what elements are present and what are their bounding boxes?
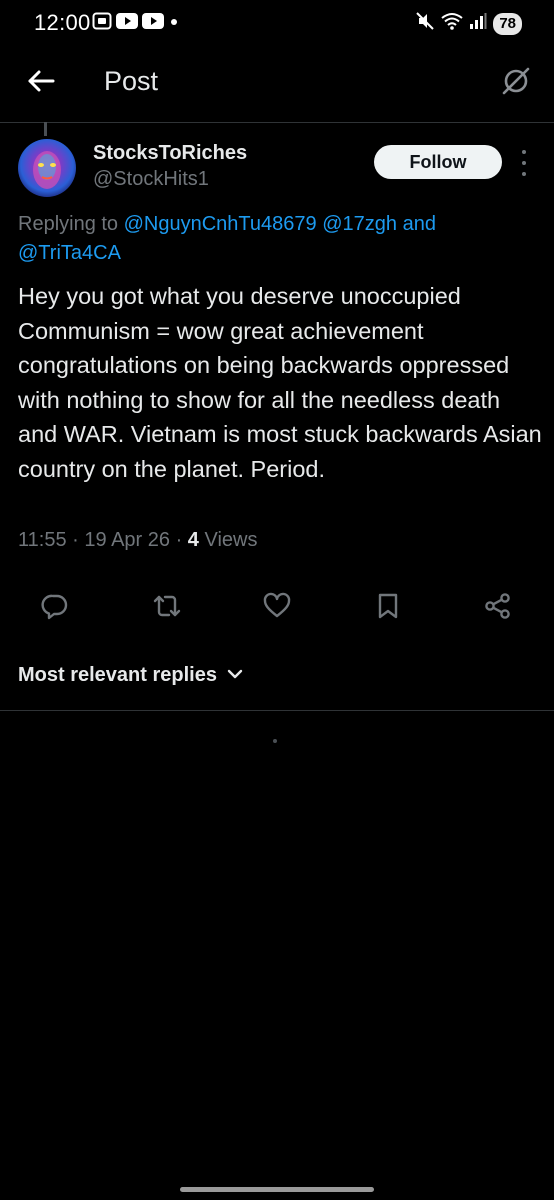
page-title: Post [104,66,159,96]
action-bar [0,588,554,628]
author-display-name[interactable]: StocksToRiches [93,142,247,165]
top-app-bar: Post [0,46,554,123]
chevron-down-icon [227,667,243,685]
status-notification-icons [92,12,180,35]
post-text: Hey you got what you deserve unoccupied … [18,283,542,482]
share-button[interactable] [482,592,514,624]
mention-link[interactable]: @17zgh [322,213,397,235]
post-meta: 11:55 · 19 Apr 26 · 4 Views [18,529,257,552]
grok-button[interactable] [498,65,534,101]
share-icon [483,592,513,625]
battery-level: 78 [493,12,522,35]
repost-icon [152,592,182,625]
grok-icon [500,65,532,102]
divider [0,710,554,711]
screenshot-icon [92,12,112,35]
bookmark-icon [375,592,401,625]
signal-icon [469,12,487,35]
mute-icon [415,11,435,36]
more-options-button[interactable] [516,150,532,176]
like-button[interactable] [261,592,293,624]
meta-separator: · [175,529,183,551]
back-button[interactable] [24,66,58,100]
replies-sort-label: Most relevant replies [18,664,217,686]
views-label: Views [204,529,258,551]
reply-icon [41,592,69,625]
replies-sort-dropdown[interactable]: Most relevant replies [18,664,243,687]
youtube-icon [116,13,138,34]
reply-button[interactable] [39,592,71,624]
status-system-icons: 78 [415,11,522,36]
views-count: 4 [187,529,199,551]
follow-button[interactable]: Follow [374,145,502,179]
thread-connector [44,122,47,136]
mention-and: and [402,213,436,235]
replying-to: Replying to @NguynCnhTu48679 @17zgh and … [18,210,528,268]
replying-prefix: Replying to [18,213,119,235]
mention-link[interactable]: @TriTa4CA [18,242,121,264]
post-time[interactable]: 11:55 [18,529,67,551]
repost-button[interactable] [151,592,183,624]
loading-indicator [273,739,277,743]
bookmark-button[interactable] [372,592,404,624]
like-icon [262,592,292,625]
more-dot [522,150,526,154]
more-dot [522,172,526,176]
gesture-navigation-bar[interactable] [180,1187,374,1192]
status-time: 12:00 [34,10,91,35]
dot-icon [168,13,180,34]
mention-link[interactable]: @NguynCnhTu48679 [124,213,317,235]
author-handle[interactable]: @StockHits1 [93,168,209,191]
arrow-left-icon [27,69,55,98]
wifi-icon [441,12,463,35]
post-date[interactable]: 19 Apr 26 [84,529,170,551]
meta-separator: · [72,529,79,551]
avatar[interactable] [18,139,76,197]
youtube-icon [142,13,164,34]
more-dot [522,161,526,165]
status-bar: 12:00 78 [0,0,554,46]
